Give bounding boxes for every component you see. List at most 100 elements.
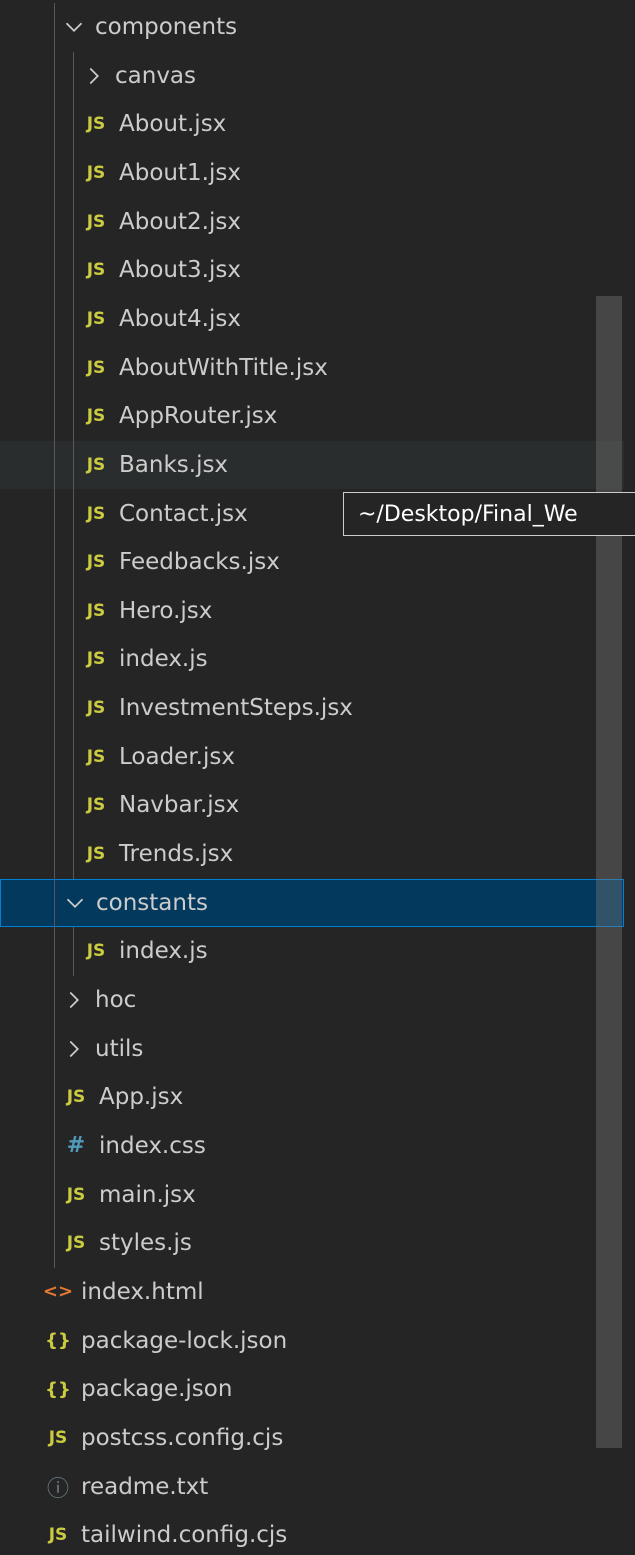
js-file-icon: JS	[48, 1525, 68, 1546]
tree-item-label: components	[95, 14, 238, 40]
tree-item-label: utils	[95, 1035, 144, 1062]
js-file-icon: JS	[86, 114, 106, 135]
tree-item-label: hoc	[95, 987, 137, 1013]
tree-file-about4-jsx[interactable]: JS About4.jsx	[0, 295, 624, 343]
js-file-icon: JS	[86, 795, 106, 816]
tree-file-index-js[interactable]: JS index.js	[0, 927, 624, 975]
js-file-icon: JS	[66, 1184, 86, 1205]
tree-file-trends-jsx[interactable]: JS Trends.jsx	[0, 830, 624, 878]
chevron-down-icon	[64, 892, 86, 914]
tree-file-postcss-config-cjs[interactable]: JS postcss.config.cjs	[0, 1414, 624, 1462]
tree-item-label: readme.txt	[81, 1473, 209, 1500]
tree-item-label: Loader.jsx	[119, 743, 235, 770]
indent-guide-src	[54, 3, 55, 1268]
js-file-icon: JS	[86, 211, 106, 232]
tree-file-banks-jsx[interactable]: JS Banks.jsx	[0, 440, 624, 489]
tree-file-index-js[interactable]: JS index.js	[0, 635, 624, 683]
info-file-icon: ⓘ	[46, 1476, 69, 1502]
path-tooltip: ~/Desktop/Final_We	[343, 492, 635, 536]
tree-folder-components[interactable]: components	[0, 3, 624, 51]
tree-item-label: Trends.jsx	[119, 841, 234, 868]
js-file-icon: JS	[86, 844, 106, 865]
tree-file-feedbacks-jsx[interactable]: JS Feedbacks.jsx	[0, 538, 624, 586]
js-file-icon: JS	[66, 1087, 86, 1108]
tree-item-label: index.js	[119, 938, 208, 965]
chevron-right-icon	[63, 989, 85, 1011]
tree-item-label: Hero.jsx	[119, 597, 213, 624]
tree-file-index-css[interactable]: # index.css	[0, 1122, 624, 1170]
tree-item-label: About.jsx	[119, 111, 227, 138]
tree-item-label: styles.js	[99, 1230, 192, 1257]
tree-file-readme-txt[interactable]: ⓘ readme.txt	[0, 1463, 624, 1511]
js-file-icon: JS	[86, 698, 106, 719]
js-file-icon: JS	[86, 357, 106, 378]
tree-item-label: index.js	[119, 646, 208, 673]
tree-file-aboutwithtitle-jsx[interactable]: JS AboutWithTitle.jsx	[0, 344, 624, 392]
js-file-icon: JS	[86, 406, 106, 427]
tree-file-about3-jsx[interactable]: JS About3.jsx	[0, 246, 624, 294]
js-file-icon: JS	[86, 503, 106, 524]
tree-file-approuter-jsx[interactable]: JS AppRouter.jsx	[0, 392, 624, 440]
tree-file-investmentsteps-jsx[interactable]: JS InvestmentSteps.jsx	[0, 684, 624, 732]
tree-file-main-jsx[interactable]: JS main.jsx	[0, 1171, 624, 1219]
js-file-icon: JS	[86, 941, 106, 962]
json-file-icon: {}	[45, 1330, 71, 1352]
tree-file-tailwind-config-cjs[interactable]: JS tailwind.config.cjs	[0, 1511, 624, 1555]
tree-item-label: package-lock.json	[81, 1327, 288, 1354]
indent-guide-constants	[73, 927, 74, 976]
chevron-right-icon	[83, 65, 105, 87]
tree-file-package-lock-json[interactable]: {} package-lock.json	[0, 1317, 624, 1365]
tree-item-label: index.html	[81, 1278, 204, 1305]
js-file-icon: JS	[86, 260, 106, 281]
tree-item-label: Banks.jsx	[119, 451, 229, 478]
js-file-icon: JS	[48, 1427, 68, 1448]
tree-file-styles-js[interactable]: JS styles.js	[0, 1219, 624, 1267]
tree-file-app-jsx[interactable]: JS App.jsx	[0, 1073, 624, 1121]
html-file-icon: <>	[42, 1281, 74, 1303]
tree-file-about2-jsx[interactable]: JS About2.jsx	[0, 198, 624, 246]
tree-item-label: postcss.config.cjs	[81, 1424, 284, 1451]
tree-file-about-jsx[interactable]: JS About.jsx	[0, 100, 624, 148]
js-file-icon: JS	[86, 162, 106, 183]
tree-item-label: constants	[96, 889, 208, 916]
indent-guide-components	[73, 51, 74, 879]
tree-folder-utils[interactable]: utils	[0, 1025, 624, 1073]
tree-item-label: InvestmentSteps.jsx	[119, 695, 353, 722]
chevron-right-icon	[63, 1038, 85, 1060]
tree-file-package-json[interactable]: {} package.json	[0, 1365, 624, 1413]
tree-file-about1-jsx[interactable]: JS About1.jsx	[0, 149, 624, 197]
tree-item-label: About1.jsx	[119, 159, 241, 186]
tree-item-label: AppRouter.jsx	[119, 403, 278, 430]
tree-item-label: main.jsx	[99, 1181, 196, 1208]
tree-folder-canvas[interactable]: canvas	[0, 52, 624, 100]
tree-file-index-html[interactable]: <> index.html	[0, 1268, 624, 1316]
js-file-icon: JS	[86, 308, 106, 329]
js-file-icon: JS	[66, 1233, 86, 1254]
tree-item-label: Feedbacks.jsx	[119, 549, 280, 576]
tooltip-text: ~/Desktop/Final_We	[358, 501, 578, 527]
tree-item-label: App.jsx	[99, 1084, 184, 1111]
js-file-icon: JS	[86, 600, 106, 621]
tree-file-navbar-jsx[interactable]: JS Navbar.jsx	[0, 781, 624, 829]
tree-item-label: Contact.jsx	[119, 500, 248, 527]
chevron-down-icon	[63, 16, 85, 38]
tree-item-label: tailwind.config.cjs	[81, 1522, 288, 1549]
tree-item-label: About2.jsx	[119, 208, 241, 235]
tree-item-label: package.json	[81, 1376, 233, 1403]
tree-item-label: canvas	[115, 62, 197, 89]
json-file-icon: {}	[45, 1378, 71, 1400]
js-file-icon: JS	[86, 746, 106, 767]
tree-folder-hoc[interactable]: hoc	[0, 976, 624, 1024]
vertical-scrollbar-thumb[interactable]	[596, 296, 622, 1448]
tree-file-hero-jsx[interactable]: JS Hero.jsx	[0, 587, 624, 635]
tree-item-label: About4.jsx	[119, 305, 241, 332]
css-file-icon: #	[66, 1133, 86, 1159]
tree-file-loader-jsx[interactable]: JS Loader.jsx	[0, 733, 624, 781]
js-file-icon: JS	[86, 454, 106, 475]
js-file-icon: JS	[86, 552, 106, 573]
js-file-icon: JS	[86, 649, 106, 670]
tree-folder-constants[interactable]: constants	[0, 878, 624, 927]
tree-item-label: About3.jsx	[119, 257, 241, 284]
tree-item-label: index.css	[99, 1132, 206, 1159]
tree-item-label: AboutWithTitle.jsx	[119, 354, 328, 381]
